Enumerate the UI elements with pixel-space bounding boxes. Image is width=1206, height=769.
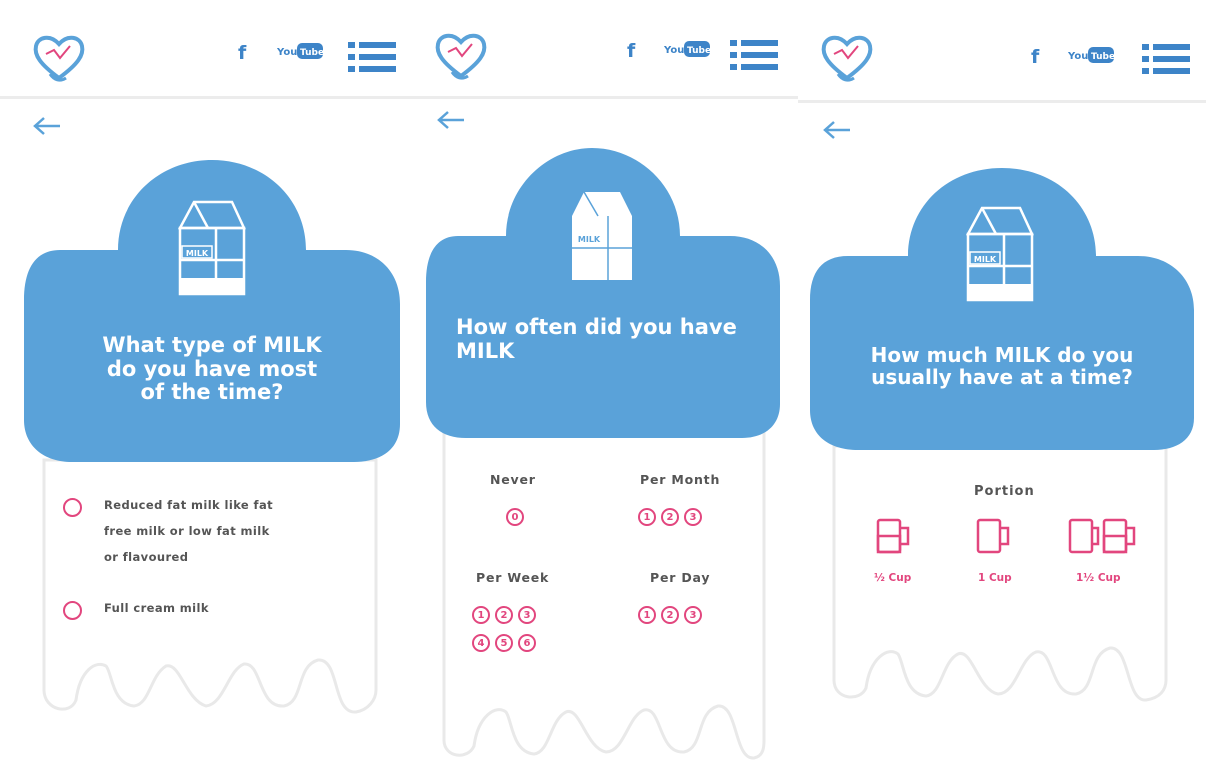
question-card: [426, 148, 780, 760]
frequency-option[interactable]: 5: [495, 634, 513, 652]
frequency-option[interactable]: 2: [661, 606, 679, 624]
cup-and-half-cup-icon[interactable]: [1066, 516, 1138, 558]
screen-milk-portion: f You Tube MILK How much MILK do you usua…: [798, 0, 1206, 769]
frequency-label: Per Week: [476, 570, 550, 585]
radio-button[interactable]: [63, 498, 82, 517]
option-full-cream[interactable]: Full cream milk: [63, 600, 334, 621]
frequency-option[interactable]: 3: [518, 606, 536, 624]
frequency-option[interactable]: 3: [684, 508, 702, 526]
option-label: Full cream milk: [104, 601, 209, 615]
option-label: Reduced fat milk like fat free milk or l…: [104, 498, 273, 564]
cup-icon[interactable]: [974, 516, 1012, 558]
milk-carton-icon: MILK: [965, 206, 1034, 302]
svg-text:MILK: MILK: [186, 249, 209, 258]
portion-label: 1 Cup: [978, 572, 1012, 584]
question-title: What type of MILK do you have most of the …: [102, 333, 322, 405]
frequency-option[interactable]: 2: [495, 606, 513, 624]
frequency-label: Never: [490, 472, 536, 487]
option-reduced-fat[interactable]: Reduced fat milk like fat free milk or l…: [63, 497, 334, 570]
radio-button[interactable]: [63, 601, 82, 620]
portion-label: ½ Cup: [874, 572, 912, 584]
frequency-label: Per Day: [650, 570, 711, 585]
half-cup-icon[interactable]: [874, 516, 912, 558]
portion-title: Portion: [974, 484, 1035, 499]
screen-milk-frequency: f You Tube MILK How often did you have MI…: [408, 0, 798, 769]
milk-carton-icon: MILK: [572, 191, 632, 280]
question-title: How much MILK do you usually have at a ti…: [870, 343, 1134, 390]
frequency-option[interactable]: 6: [518, 634, 536, 652]
frequency-option[interactable]: 1: [638, 508, 656, 526]
frequency-option[interactable]: 3: [684, 606, 702, 624]
frequency-option[interactable]: 4: [472, 634, 490, 652]
portion-label: 1½ Cup: [1076, 572, 1121, 584]
screen-milk-type: f You Tube MILK What type of MILK do you …: [0, 0, 408, 769]
frequency-label: Per Month: [640, 472, 721, 487]
frequency-option[interactable]: 0: [506, 508, 524, 526]
frequency-option[interactable]: 1: [638, 606, 656, 624]
frequency-option[interactable]: 2: [661, 508, 679, 526]
question-title: How often did you have MILK: [456, 315, 737, 363]
milk-carton-icon: MILK: [177, 200, 246, 296]
svg-text:MILK: MILK: [578, 235, 601, 244]
frequency-option[interactable]: 1: [472, 606, 490, 624]
svg-text:MILK: MILK: [974, 255, 997, 264]
